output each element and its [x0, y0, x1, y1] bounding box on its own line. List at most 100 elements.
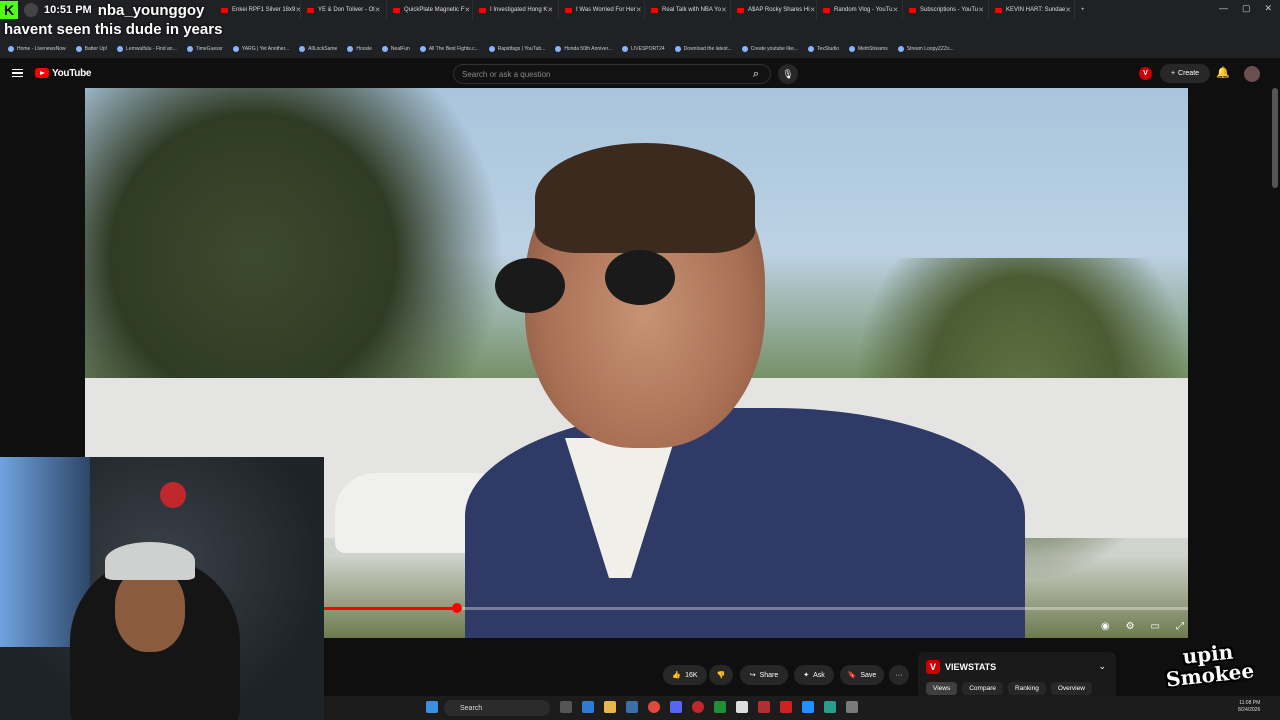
bookmark-item[interactable]: Honda 50th Anniver...	[551, 46, 616, 52]
tab-views[interactable]: Views	[926, 682, 958, 695]
browser-tab[interactable]: Enkei RPF1 Silver 18x9 ✕	[215, 0, 301, 20]
close-tab-icon[interactable]: ✕	[721, 6, 727, 14]
close-tab-icon[interactable]: ✕	[636, 6, 642, 14]
bookmark-favicon-icon	[419, 46, 426, 52]
close-tab-icon[interactable]: ✕	[810, 6, 816, 14]
profile-avatar[interactable]	[1244, 66, 1260, 82]
app-icon[interactable]	[780, 701, 792, 713]
task-view-icon[interactable]	[560, 701, 572, 713]
search-icon[interactable]: ⌕	[745, 64, 767, 84]
tab-favicon-icon	[393, 7, 400, 13]
menu-icon[interactable]	[12, 68, 23, 78]
minimize-icon[interactable]: —	[1219, 3, 1228, 14]
xbox-icon[interactable]	[714, 701, 726, 713]
copilot-icon[interactable]	[582, 701, 594, 713]
steam-icon[interactable]	[626, 701, 638, 713]
share-button[interactable]: ↪ Share	[740, 665, 788, 685]
discord-icon[interactable]	[670, 701, 682, 713]
search-input[interactable]: Search or ask a question	[453, 64, 771, 84]
save-button[interactable]: 🔖 Save	[840, 665, 884, 685]
bookmark-item[interactable]: NealFun	[378, 46, 414, 52]
taskbar-search[interactable]: Search	[444, 700, 550, 716]
close-tab-icon[interactable]: ✕	[464, 6, 470, 14]
like-button[interactable]: 👍 16K	[663, 665, 707, 685]
browser-tab[interactable]: I Investigated Hong K ✕	[473, 0, 559, 20]
bookmark-label: YARG | Yet Another...	[241, 46, 290, 52]
app-icon[interactable]	[824, 701, 836, 713]
bookmark-favicon-icon	[488, 46, 495, 52]
notifications-bell-icon[interactable]: 🔔	[1216, 66, 1230, 79]
bookmark-item[interactable]: TimeGuessr	[183, 46, 227, 52]
viewstats-title: VIEWSTATS	[945, 662, 997, 672]
bookmark-item[interactable]: Batter Up!	[72, 46, 112, 52]
windows-start-icon[interactable]	[426, 701, 438, 713]
close-tab-icon[interactable]: ✕	[1065, 6, 1071, 14]
close-tab-icon[interactable]: ✕	[375, 6, 381, 14]
bookmark-item[interactable]: Home - LivenewsNow	[4, 46, 70, 52]
bookmark-favicon-icon	[117, 46, 124, 52]
dislike-button[interactable]: 👎	[709, 665, 733, 685]
close-tab-icon[interactable]: ✕	[892, 6, 898, 14]
bookmark-item[interactable]: LIVESPORT24	[618, 46, 669, 52]
bookmark-item[interactable]: YARG | Yet Another...	[229, 46, 293, 52]
bookmark-item[interactable]: Rapidtags | YouTub...	[485, 46, 550, 52]
file-explorer-icon[interactable]	[604, 701, 616, 713]
more-actions-button[interactable]: ···	[889, 665, 909, 685]
video-progress-bar[interactable]	[324, 603, 1188, 613]
close-tab-icon[interactable]: ✕	[978, 6, 984, 14]
bookmark-item[interactable]: All The Best Fights.c...	[416, 46, 483, 52]
chrome-icon[interactable]	[648, 701, 660, 713]
autoplay-icon[interactable]: ◉	[1101, 621, 1110, 632]
more-label: ···	[895, 671, 903, 679]
bookmark-label: Home - LivenewsNow	[17, 46, 66, 52]
taskbar-search-label: Search	[460, 704, 483, 712]
new-tab-button[interactable]: +	[1075, 0, 1095, 20]
ask-button[interactable]: ✦ Ask	[794, 665, 834, 685]
browser-tab[interactable]: YE & Don Toliver - Ol ✕	[301, 0, 387, 20]
browser-tab[interactable]: KEVIN HART: Sundae ✕	[989, 0, 1075, 20]
app-icon[interactable]	[846, 701, 858, 713]
bookmark-item[interactable]: Stream LoopyZZZs...	[894, 46, 958, 52]
browser-tab[interactable]: Real Talk with NBA Yo ✕	[645, 0, 731, 20]
create-button[interactable]: + Create	[1160, 64, 1210, 83]
bookmark-item[interactable]: Download the latest...	[671, 46, 736, 52]
overlay-chat-message: havent seen this dude in years	[4, 21, 223, 38]
youtube-logo[interactable]: YouTube	[35, 68, 92, 79]
tab-ranking[interactable]: Ranking	[1007, 682, 1046, 695]
app-icon[interactable]	[758, 701, 770, 713]
fullscreen-icon[interactable]: ⤢	[1176, 621, 1184, 632]
maximize-icon[interactable]: ▢	[1242, 3, 1251, 14]
bookmark-item[interactable]: Create youtube like...	[738, 46, 802, 52]
opera-icon[interactable]	[692, 701, 704, 713]
browser-tab[interactable]: A$AP Rocky Shares Hi ✕	[731, 0, 817, 20]
chevron-down-icon[interactable]: ⌄	[1098, 661, 1106, 672]
scrubber-handle[interactable]	[452, 603, 463, 613]
page-scrollbar[interactable]	[1272, 88, 1278, 188]
tab-compare[interactable]: Compare	[962, 682, 1003, 695]
browser-tab[interactable]: Random Vlog - YouTu ✕	[817, 0, 903, 20]
tab-overview[interactable]: Overview	[1050, 682, 1092, 695]
browser-tab[interactable]: I Was Worried For Her ✕	[559, 0, 645, 20]
app-icon[interactable]	[802, 701, 814, 713]
mic-icon[interactable]: 🎙	[778, 64, 798, 84]
settings-gear-icon[interactable]: ⚙	[1126, 621, 1135, 632]
bookmark-item[interactable]: TexStudio	[804, 46, 843, 52]
bookmark-label: TexStudio	[817, 46, 839, 52]
viewstats-header: V VIEWSTATS	[926, 660, 996, 674]
bookmark-item[interactable]: Lemwulfulu - Find an...	[113, 46, 181, 52]
theater-mode-icon[interactable]: ▭	[1151, 621, 1160, 632]
bookmark-favicon-icon	[848, 46, 855, 52]
close-window-icon[interactable]: ✕	[1264, 3, 1272, 14]
browser-tab[interactable]: QuickPlate Magnetic F ✕	[387, 0, 473, 20]
bookmark-item[interactable]: AllLockSame	[295, 46, 341, 52]
tab-title: A$AP Rocky Shares Hi	[748, 7, 810, 13]
viewstats-extension-icon[interactable]: V	[1139, 67, 1152, 80]
bookmark-item[interactable]: MethStreams	[845, 46, 892, 52]
close-tab-icon[interactable]: ✕	[547, 6, 553, 14]
taskbar-icons	[426, 701, 438, 713]
browser-tab[interactable]: Subscriptions - YouTu ✕	[903, 0, 989, 20]
bookmark-item[interactable]: Hoosle	[343, 46, 376, 52]
window-controls: — ▢ ✕	[1219, 3, 1272, 14]
app-icon[interactable]	[736, 701, 748, 713]
tab-title: I Was Worried For Her	[576, 7, 636, 13]
